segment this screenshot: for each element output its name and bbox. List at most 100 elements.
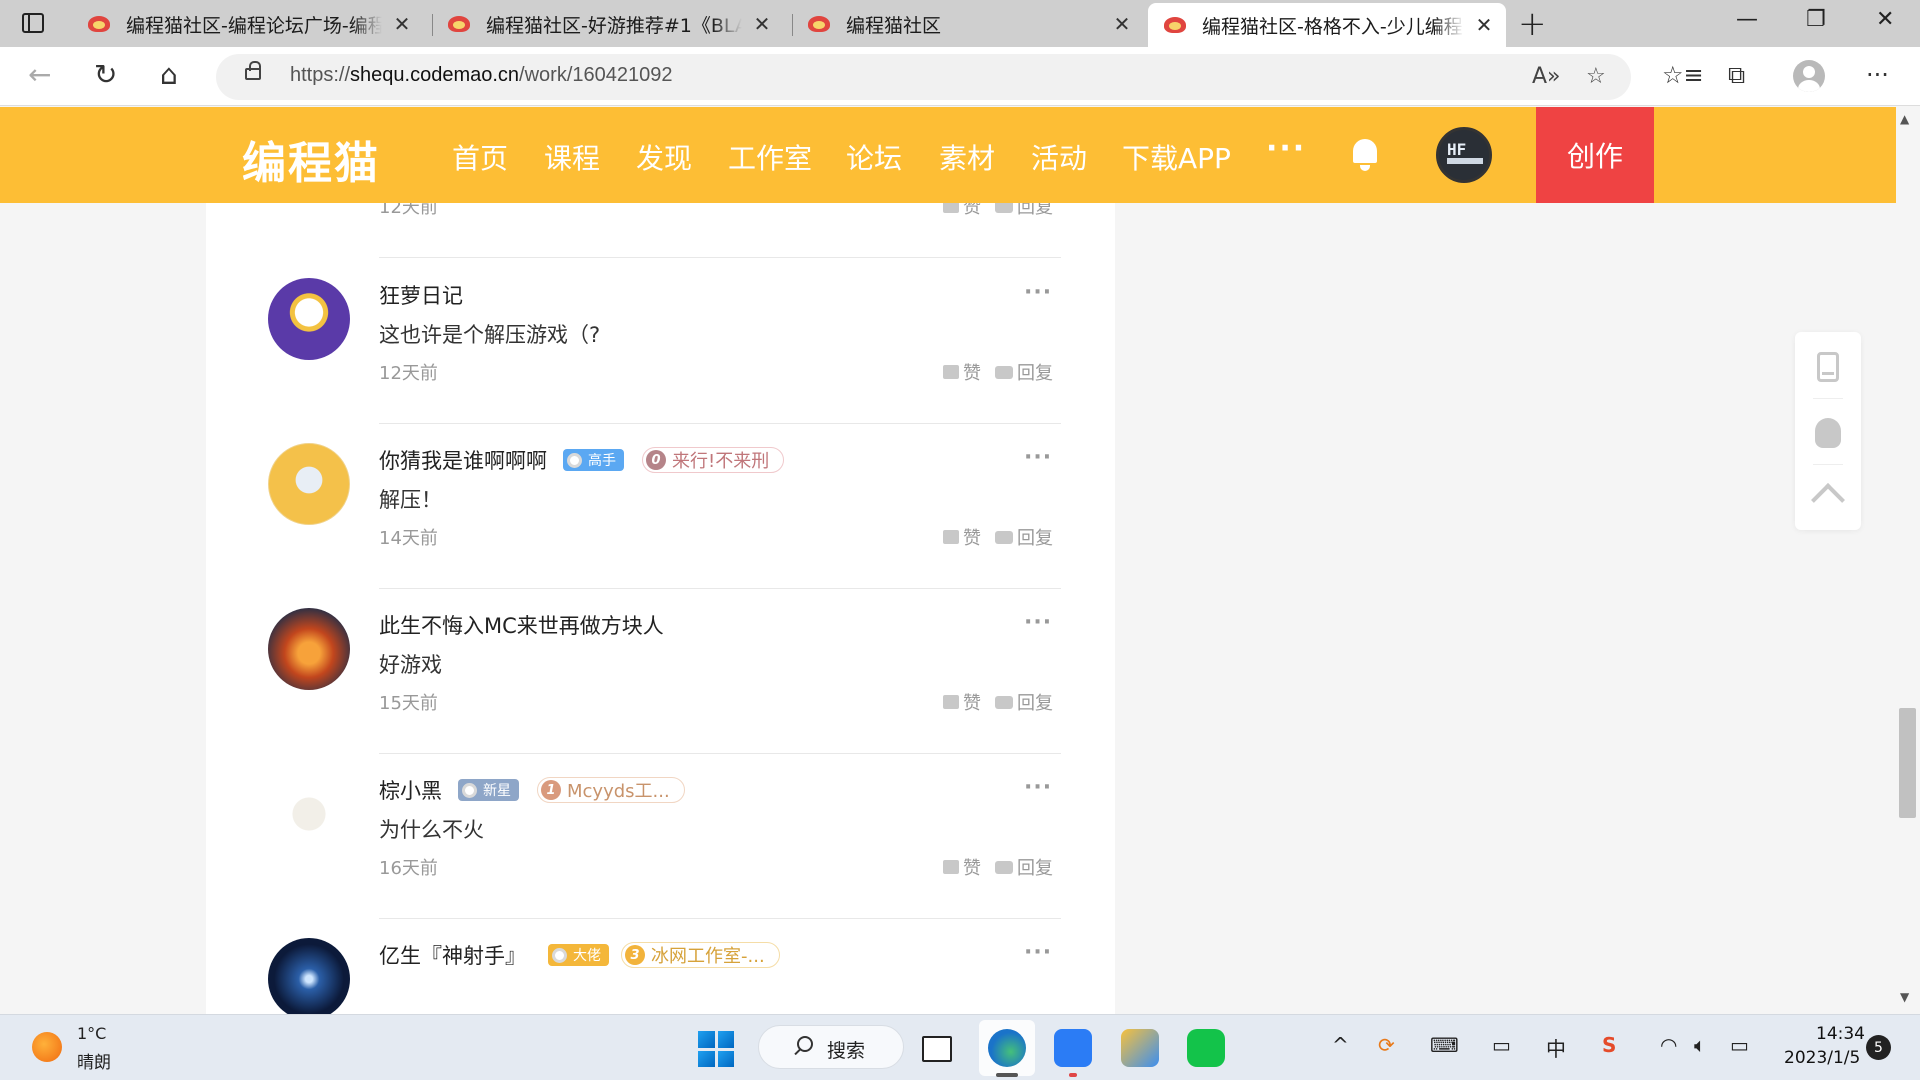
nav-home[interactable]: 首页 [452, 137, 508, 177]
reply-button[interactable]: 回复 [995, 524, 1053, 550]
back-arrow-icon[interactable]: ← [28, 59, 51, 91]
show-hidden-icons-chevron-icon[interactable]: ^ [1332, 1033, 1349, 1057]
comment-more-icon[interactable]: ··· [1024, 610, 1052, 635]
wifi-icon[interactable]: ◠ [1660, 1033, 1677, 1057]
feishu-app-icon[interactable] [1054, 1029, 1092, 1067]
avatar[interactable] [268, 443, 350, 525]
refresh-icon[interactable]: ↻ [94, 59, 117, 91]
comment-more-icon[interactable]: ··· [1024, 940, 1052, 965]
comment-author[interactable]: 狂萝日记 [379, 280, 463, 310]
windows-start-icon[interactable] [698, 1031, 734, 1067]
add-favorite-icon[interactable]: ☆ [1586, 64, 1606, 89]
like-button[interactable]: 赞 [943, 359, 981, 385]
comment-author[interactable]: 棕小黑 [379, 775, 442, 805]
address-bar[interactable]: https://shequ.codemao.cn/work/160421092 … [216, 54, 1631, 100]
comment-more-icon[interactable]: ··· [1024, 445, 1052, 470]
like-label: 赞 [963, 363, 981, 384]
reply-button[interactable]: 回复 [995, 203, 1053, 219]
studio-badge[interactable]: 0 来行!不来刑 [642, 447, 785, 473]
nav-download-app[interactable]: 下载APP [1122, 137, 1231, 177]
scrollbar-thumb[interactable] [1899, 708, 1916, 818]
browser-tab-2[interactable]: 编程猫社区-好游推荐#1《BLACK ✕ [432, 5, 784, 43]
comment-author[interactable]: 此生不悔入MC来世再做方块人 [379, 610, 664, 640]
reply-label: 回复 [1017, 528, 1053, 549]
home-icon[interactable]: ⌂ [160, 59, 178, 91]
reply-button[interactable]: 回复 [995, 854, 1053, 880]
nav-discover[interactable]: 发现 [636, 137, 692, 177]
window-close-icon[interactable]: ✕ [1876, 7, 1894, 32]
sync-icon[interactable]: ⟳ [1378, 1033, 1395, 1057]
user-avatar[interactable]: HF [1436, 127, 1492, 183]
comment-author[interactable]: 亿生『神射手』 [379, 940, 526, 970]
comment-more-icon[interactable]: ··· [1024, 280, 1052, 305]
tablet-mode-icon[interactable]: ▭ [1492, 1033, 1511, 1057]
back-to-top-icon[interactable] [1811, 483, 1845, 517]
mobile-icon[interactable] [1817, 352, 1839, 382]
like-button[interactable]: 赞 [943, 203, 981, 219]
url-text[interactable]: https://shequ.codemao.cn/work/160421092 [290, 64, 673, 87]
volume-icon[interactable]: 🔈︎ [1694, 1033, 1706, 1057]
tab-close-icon[interactable]: ✕ [390, 12, 414, 36]
file-explorer-icon[interactable] [922, 1036, 952, 1062]
like-button[interactable]: 赞 [943, 854, 981, 880]
like-button[interactable]: 赞 [943, 524, 981, 550]
studio-badge[interactable]: 3 冰网工作室-... [621, 942, 780, 968]
reply-button[interactable]: 回复 [995, 359, 1053, 385]
create-button[interactable]: 创作 [1536, 107, 1654, 203]
scroll-up-arrow-icon[interactable]: ▲ [1900, 112, 1909, 126]
nav-studio[interactable]: 工作室 [728, 137, 812, 177]
nav-forum[interactable]: 论坛 [846, 137, 902, 177]
running-indicator [1069, 1073, 1077, 1077]
comment-actions: 赞 回复 [943, 854, 1067, 880]
like-label: 赞 [963, 528, 981, 549]
nav-courses[interactable]: 课程 [544, 137, 600, 177]
comment-more-icon[interactable]: ··· [1024, 775, 1052, 800]
wechat-app-icon[interactable] [1187, 1029, 1225, 1067]
settings-more-icon[interactable]: ··· [1866, 61, 1889, 89]
favorites-icon[interactable]: ☆≡ [1662, 61, 1704, 89]
browser-tab-3[interactable]: 编程猫社区 ✕ [792, 5, 1144, 43]
minimize-icon[interactable]: — [1736, 7, 1758, 32]
like-button[interactable]: 赞 [943, 689, 981, 715]
tab-close-icon[interactable]: ✕ [1110, 12, 1134, 36]
new-tab-button[interactable]: + [1518, 6, 1547, 42]
avatar[interactable] [268, 608, 350, 690]
edge-browser-icon[interactable] [988, 1029, 1026, 1067]
profile-avatar-icon[interactable] [1793, 60, 1825, 92]
notification-count-badge[interactable]: 5 [1866, 1035, 1891, 1060]
battery-icon[interactable]: ▭ [1730, 1033, 1749, 1057]
tab-actions-icon[interactable] [22, 13, 44, 33]
sogou-ime-icon[interactable]: S [1602, 1033, 1616, 1057]
restore-icon[interactable]: ❐ [1806, 7, 1826, 32]
browser-tab-active[interactable]: 编程猫社区-格格不入-少儿编程作品 ✕ [1148, 3, 1506, 47]
weather-sun-icon[interactable] [32, 1032, 62, 1062]
studio-badge[interactable]: 1 Mcyyds工... [537, 777, 685, 803]
photos-app-icon[interactable] [1121, 1029, 1159, 1067]
scroll-down-arrow-icon[interactable]: ▼ [1900, 990, 1909, 1004]
keyboard-icon[interactable]: ⌨ [1430, 1033, 1459, 1057]
nav-activities[interactable]: 活动 [1031, 137, 1087, 177]
nav-materials[interactable]: 素材 [939, 137, 995, 177]
tab-close-icon[interactable]: ✕ [1472, 13, 1496, 37]
tab-close-icon[interactable]: ✕ [750, 12, 774, 36]
ime-indicator[interactable]: 中 [1546, 1033, 1566, 1062]
bell-icon[interactable] [1350, 137, 1380, 171]
nav-more-icon[interactable]: ··· [1266, 131, 1306, 166]
reply-button[interactable]: 回复 [995, 689, 1053, 715]
avatar[interactable] [268, 938, 350, 1015]
clock-time[interactable]: 14:34 [1816, 1024, 1865, 1044]
like-label: 赞 [963, 693, 981, 714]
taskbar-search[interactable]: 搜索 [758, 1025, 904, 1069]
collections-icon[interactable]: ⧉ [1728, 61, 1745, 89]
browser-tab-1[interactable]: 编程猫社区-编程论坛广场-编程学习 ✕ [72, 5, 424, 43]
avatar[interactable] [268, 773, 350, 855]
weather-description[interactable]: 晴朗 [77, 1048, 111, 1073]
read-aloud-icon[interactable]: A» [1532, 64, 1561, 89]
clock-date[interactable]: 2023/1/5 [1784, 1048, 1860, 1068]
page-scrollbar[interactable] [1896, 107, 1920, 1015]
qq-icon[interactable] [1815, 418, 1841, 448]
site-logo[interactable]: 编程猫 [242, 127, 380, 191]
avatar[interactable] [268, 278, 350, 360]
weather-temperature[interactable]: 1°C [77, 1024, 106, 1043]
comment-author[interactable]: 你猜我是谁啊啊啊 [379, 445, 547, 475]
